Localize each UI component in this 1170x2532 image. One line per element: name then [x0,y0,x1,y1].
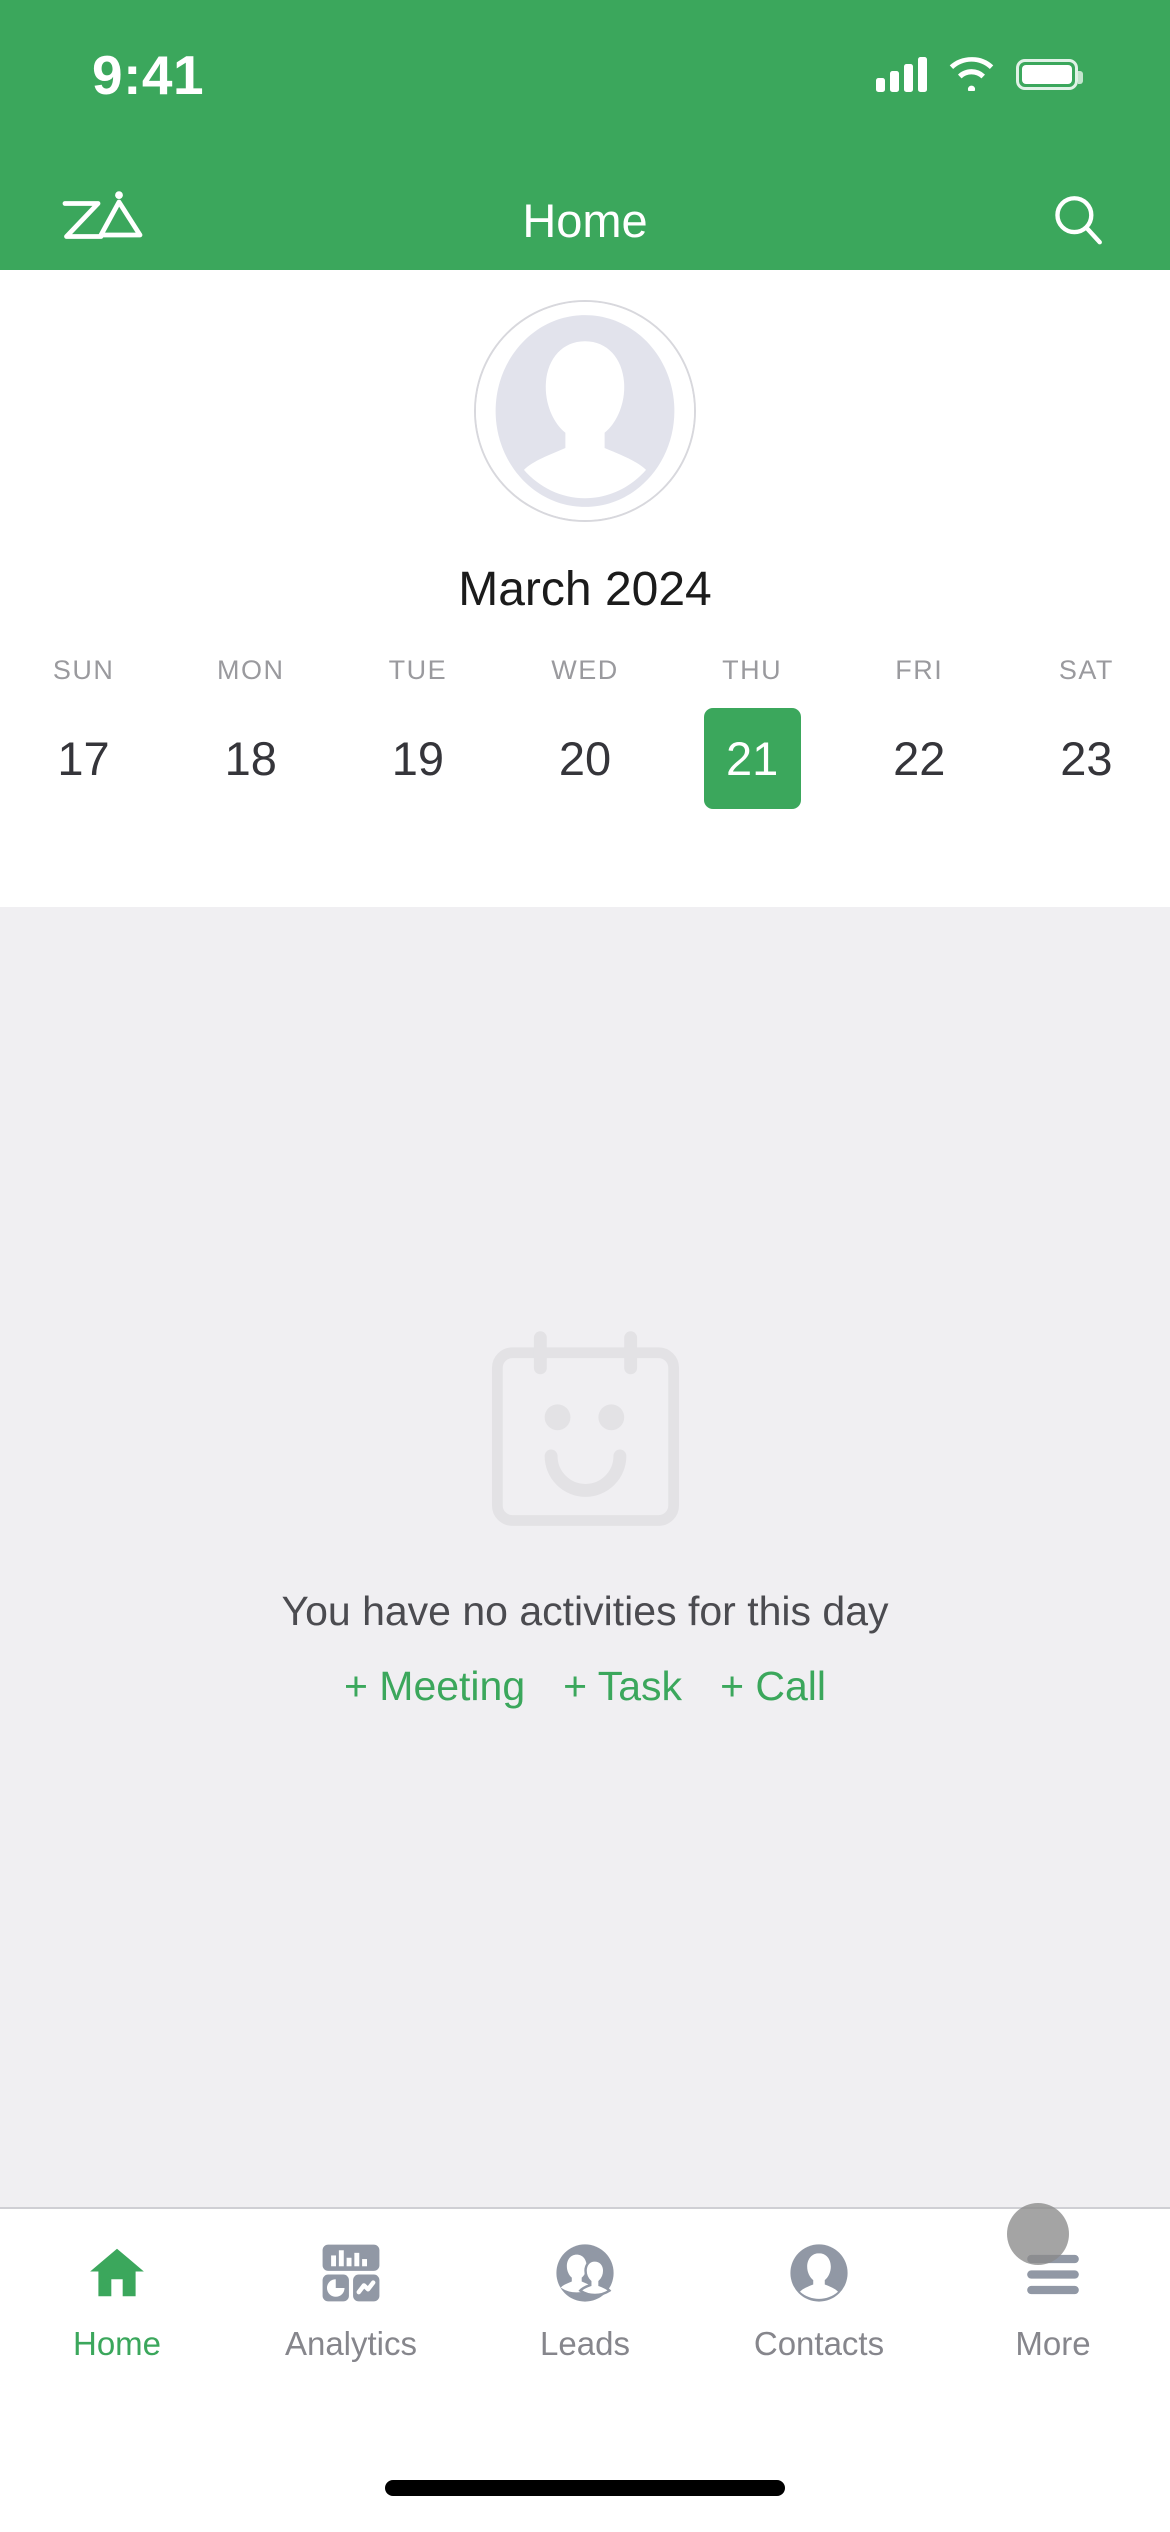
zia-logo[interactable] [56,189,152,251]
weekday-label: TUE [388,655,448,685]
tab-contacts[interactable]: Contacts [702,2237,936,2363]
status-bar-time: 9:41 [92,44,205,106]
tab-home[interactable]: Home [0,2237,234,2363]
search-icon [1055,196,1102,245]
avatar-container [0,270,1170,522]
tab-more[interactable]: More [936,2203,1170,2363]
status-bar: 9:41 [0,0,1170,170]
tab-label: Analytics [284,2325,418,2362]
weekday-label: THU [722,655,783,685]
date-cell[interactable]: 18 [202,708,299,809]
calendar-smiley-icon [491,1331,679,1526]
calendar-week-strip: SUN 17 MON 18 TUE 19 WED 20 THU 21 FRI 2… [0,655,1170,809]
empty-state-actions: + Meeting + Task + Call [344,1663,826,1710]
calendar-day-tue[interactable]: TUE 19 [334,655,501,809]
tab-label: More [1015,2325,1091,2362]
analytics-dashboard-icon [315,2237,387,2309]
calendar-day-mon[interactable]: MON 18 [167,655,334,809]
weekday-label: SAT [1058,655,1114,685]
calendar-header: March 2024 SUN 17 MON 18 TUE 19 WED 20 T… [0,270,1170,907]
status-bar-indicators [876,48,1083,92]
calendar-day-thu[interactable]: THU 21 [669,655,836,809]
tab-label: Home [72,2325,162,2362]
weekday-label: WED [551,655,619,685]
calendar-day-sat[interactable]: SAT 23 [1003,655,1170,809]
calendar-day-fri[interactable]: FRI 22 [836,655,1003,809]
add-call-link[interactable]: + Call [720,1663,826,1710]
page-title: Home [522,193,648,247]
empty-state-message: You have no activities for this day [281,1588,889,1634]
add-task-link[interactable]: + Task [563,1663,682,1710]
weekday-label: MON [216,655,285,685]
home-icon [81,2237,153,2309]
add-meeting-link[interactable]: + Meeting [344,1663,525,1710]
battery-icon [1016,58,1083,90]
calendar-day-sun[interactable]: SUN 17 [0,655,167,809]
tab-label: Leads [540,2325,630,2362]
phone-screen: 9:41 Home March 2024 SUN 17 MON 18 TUE 1… [0,0,1170,2532]
date-cell[interactable]: 19 [369,708,466,809]
weekday-label: SUN [52,655,115,685]
wifi-icon [949,57,994,91]
activities-list-area: You have no activities for this day + Me… [0,907,1170,2207]
weekday-label: FRI [895,655,944,685]
cellular-signal-icon [876,56,927,92]
home-indicator[interactable] [385,2480,785,2496]
date-cell[interactable]: 20 [536,708,633,809]
user-avatar-placeholder-icon [476,302,694,520]
empty-state-illustration [478,1327,693,1542]
nav-bar: Home [0,170,1170,270]
calendar-day-wed[interactable]: WED 20 [501,655,668,809]
date-cell-selected[interactable]: 21 [703,708,801,809]
tab-analytics[interactable]: Analytics [234,2237,468,2363]
touch-indicator [1007,2203,1069,2265]
person-icon [783,2237,855,2309]
search-button[interactable] [1042,184,1114,256]
tab-leads[interactable]: Leads [468,2237,702,2363]
calendar-month-label: March 2024 [458,563,712,616]
date-cell[interactable]: 23 [1038,708,1135,809]
tab-label: Contacts [753,2325,885,2362]
two-people-icon [549,2237,621,2309]
bottom-tab-bar: Home Analytics Leads Contacts More [0,2203,1170,2445]
avatar[interactable] [474,300,696,522]
date-cell[interactable]: 17 [35,708,132,809]
date-cell[interactable]: 22 [871,708,968,809]
